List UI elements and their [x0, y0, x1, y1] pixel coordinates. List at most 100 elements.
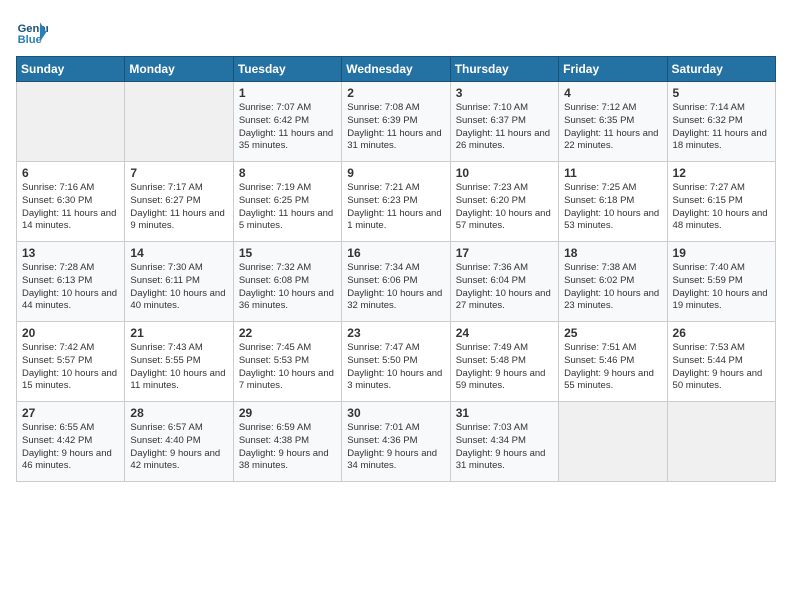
column-header-monday: Monday: [125, 57, 233, 82]
day-content: Sunrise: 7:23 AM Sunset: 6:20 PM Dayligh…: [456, 182, 553, 233]
day-number: 7: [130, 166, 227, 180]
calendar-cell: [559, 402, 667, 482]
calendar-cell: 28 Sunrise: 6:57 AM Sunset: 4:40 PM Dayli…: [125, 402, 233, 482]
calendar-cell: 25 Sunrise: 7:51 AM Sunset: 5:46 PM Dayli…: [559, 322, 667, 402]
day-number: 13: [22, 246, 119, 260]
day-content: Sunrise: 7:08 AM Sunset: 6:39 PM Dayligh…: [347, 102, 444, 153]
column-header-friday: Friday: [559, 57, 667, 82]
day-number: 4: [564, 86, 661, 100]
day-number: 14: [130, 246, 227, 260]
day-number: 19: [673, 246, 770, 260]
day-content: Sunrise: 7:53 AM Sunset: 5:44 PM Dayligh…: [673, 342, 770, 393]
calendar-cell: 7 Sunrise: 7:17 AM Sunset: 6:27 PM Daylig…: [125, 162, 233, 242]
calendar-cell: 26 Sunrise: 7:53 AM Sunset: 5:44 PM Dayli…: [667, 322, 775, 402]
day-number: 17: [456, 246, 553, 260]
calendar-cell: 30 Sunrise: 7:01 AM Sunset: 4:36 PM Dayli…: [342, 402, 450, 482]
calendar-cell: 31 Sunrise: 7:03 AM Sunset: 4:34 PM Dayli…: [450, 402, 558, 482]
calendar-cell: 22 Sunrise: 7:45 AM Sunset: 5:53 PM Dayli…: [233, 322, 341, 402]
day-content: Sunrise: 7:36 AM Sunset: 6:04 PM Dayligh…: [456, 262, 553, 313]
day-number: 25: [564, 326, 661, 340]
day-number: 1: [239, 86, 336, 100]
day-content: Sunrise: 7:45 AM Sunset: 5:53 PM Dayligh…: [239, 342, 336, 393]
calendar-cell: [125, 82, 233, 162]
calendar-cell: 5Sunrise: 7:14 AM Sunset: 6:32 PM Daylig…: [667, 82, 775, 162]
day-content: Sunrise: 7:42 AM Sunset: 5:57 PM Dayligh…: [22, 342, 119, 393]
svg-text:Blue: Blue: [18, 34, 42, 46]
day-number: 26: [673, 326, 770, 340]
day-number: 27: [22, 406, 119, 420]
day-number: 8: [239, 166, 336, 180]
day-number: 15: [239, 246, 336, 260]
day-content: Sunrise: 7:38 AM Sunset: 6:02 PM Dayligh…: [564, 262, 661, 313]
day-number: 21: [130, 326, 227, 340]
calendar-cell: 9 Sunrise: 7:21 AM Sunset: 6:23 PM Daylig…: [342, 162, 450, 242]
calendar-cell: 13 Sunrise: 7:28 AM Sunset: 6:13 PM Dayli…: [17, 242, 125, 322]
calendar-cell: 27 Sunrise: 6:55 AM Sunset: 4:42 PM Dayli…: [17, 402, 125, 482]
calendar-cell: 6 Sunrise: 7:16 AM Sunset: 6:30 PM Daylig…: [17, 162, 125, 242]
day-content: Sunrise: 7:07 AM Sunset: 6:42 PM Dayligh…: [239, 102, 336, 153]
day-number: 18: [564, 246, 661, 260]
day-content: Sunrise: 7:03 AM Sunset: 4:34 PM Dayligh…: [456, 422, 553, 473]
day-content: Sunrise: 6:59 AM Sunset: 4:38 PM Dayligh…: [239, 422, 336, 473]
day-content: Sunrise: 7:32 AM Sunset: 6:08 PM Dayligh…: [239, 262, 336, 313]
calendar-cell: 24 Sunrise: 7:49 AM Sunset: 5:48 PM Dayli…: [450, 322, 558, 402]
day-number: 20: [22, 326, 119, 340]
day-number: 30: [347, 406, 444, 420]
day-number: 31: [456, 406, 553, 420]
calendar-cell: 19Sunrise: 7:40 AM Sunset: 5:59 PM Dayli…: [667, 242, 775, 322]
day-number: 22: [239, 326, 336, 340]
calendar-cell: 16 Sunrise: 7:34 AM Sunset: 6:06 PM Dayli…: [342, 242, 450, 322]
day-content: Sunrise: 7:10 AM Sunset: 6:37 PM Dayligh…: [456, 102, 553, 153]
day-content: Sunrise: 6:55 AM Sunset: 4:42 PM Dayligh…: [22, 422, 119, 473]
calendar-cell: 21 Sunrise: 7:43 AM Sunset: 5:55 PM Dayli…: [125, 322, 233, 402]
day-number: 29: [239, 406, 336, 420]
day-number: 24: [456, 326, 553, 340]
logo-icon: General Blue: [16, 16, 48, 48]
day-content: Sunrise: 7:12 AM Sunset: 6:35 PM Dayligh…: [564, 102, 661, 153]
calendar-cell: 12 Sunrise: 7:27 AM Sunset: 6:15 PM Dayli…: [667, 162, 775, 242]
column-header-thursday: Thursday: [450, 57, 558, 82]
day-number: 11: [564, 166, 661, 180]
day-number: 6: [22, 166, 119, 180]
calendar-cell: 8Sunrise: 7:19 AM Sunset: 6:25 PM Daylig…: [233, 162, 341, 242]
column-header-sunday: Sunday: [17, 57, 125, 82]
day-content: Sunrise: 7:34 AM Sunset: 6:06 PM Dayligh…: [347, 262, 444, 313]
calendar-cell: 18 Sunrise: 7:38 AM Sunset: 6:02 PM Dayli…: [559, 242, 667, 322]
column-header-saturday: Saturday: [667, 57, 775, 82]
calendar-cell: [17, 82, 125, 162]
day-content: Sunrise: 7:47 AM Sunset: 5:50 PM Dayligh…: [347, 342, 444, 393]
calendar-cell: 2 Sunrise: 7:08 AM Sunset: 6:39 PM Daylig…: [342, 82, 450, 162]
day-content: Sunrise: 7:30 AM Sunset: 6:11 PM Dayligh…: [130, 262, 227, 313]
column-header-tuesday: Tuesday: [233, 57, 341, 82]
day-content: Sunrise: 7:01 AM Sunset: 4:36 PM Dayligh…: [347, 422, 444, 473]
day-number: 2: [347, 86, 444, 100]
day-content: Sunrise: 7:28 AM Sunset: 6:13 PM Dayligh…: [22, 262, 119, 313]
calendar-cell: [667, 402, 775, 482]
day-number: 16: [347, 246, 444, 260]
day-content: Sunrise: 7:21 AM Sunset: 6:23 PM Dayligh…: [347, 182, 444, 233]
logo: General Blue: [16, 16, 48, 48]
calendar-table: SundayMondayTuesdayWednesdayThursdayFrid…: [16, 56, 776, 482]
day-content: Sunrise: 7:14 AM Sunset: 6:32 PM Dayligh…: [673, 102, 770, 153]
day-content: Sunrise: 7:51 AM Sunset: 5:46 PM Dayligh…: [564, 342, 661, 393]
day-content: Sunrise: 7:43 AM Sunset: 5:55 PM Dayligh…: [130, 342, 227, 393]
day-number: 3: [456, 86, 553, 100]
day-content: Sunrise: 7:49 AM Sunset: 5:48 PM Dayligh…: [456, 342, 553, 393]
day-number: 23: [347, 326, 444, 340]
day-content: Sunrise: 7:27 AM Sunset: 6:15 PM Dayligh…: [673, 182, 770, 233]
calendar-cell: 1 Sunrise: 7:07 AM Sunset: 6:42 PM Daylig…: [233, 82, 341, 162]
calendar-cell: 10Sunrise: 7:23 AM Sunset: 6:20 PM Dayli…: [450, 162, 558, 242]
day-content: Sunrise: 6:57 AM Sunset: 4:40 PM Dayligh…: [130, 422, 227, 473]
day-number: 9: [347, 166, 444, 180]
page-header: General Blue: [16, 16, 776, 48]
day-number: 28: [130, 406, 227, 420]
day-content: Sunrise: 7:17 AM Sunset: 6:27 PM Dayligh…: [130, 182, 227, 233]
day-content: Sunrise: 7:25 AM Sunset: 6:18 PM Dayligh…: [564, 182, 661, 233]
day-number: 12: [673, 166, 770, 180]
calendar-cell: 29 Sunrise: 6:59 AM Sunset: 4:38 PM Dayli…: [233, 402, 341, 482]
calendar-cell: 14 Sunrise: 7:30 AM Sunset: 6:11 PM Dayli…: [125, 242, 233, 322]
day-content: Sunrise: 7:16 AM Sunset: 6:30 PM Dayligh…: [22, 182, 119, 233]
calendar-cell: 4 Sunrise: 7:12 AM Sunset: 6:35 PM Daylig…: [559, 82, 667, 162]
calendar-cell: 17 Sunrise: 7:36 AM Sunset: 6:04 PM Dayli…: [450, 242, 558, 322]
calendar-cell: 23 Sunrise: 7:47 AM Sunset: 5:50 PM Dayli…: [342, 322, 450, 402]
